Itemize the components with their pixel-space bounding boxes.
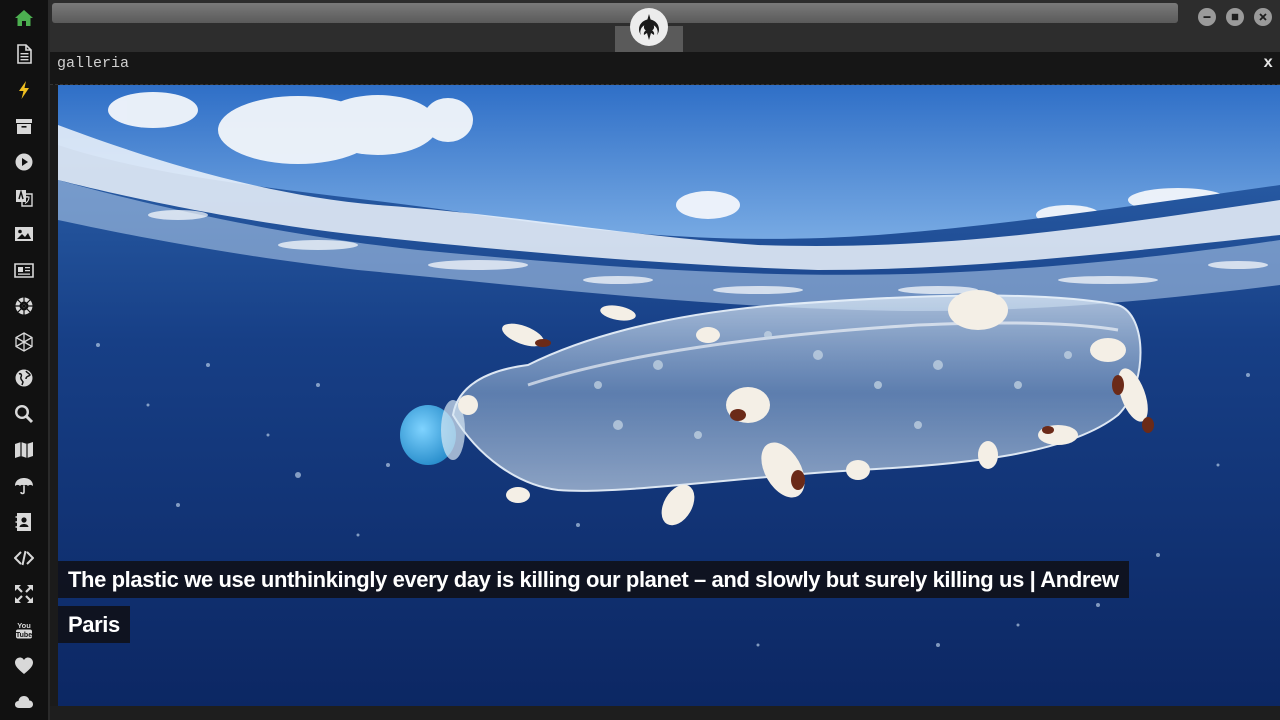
bottom-strip xyxy=(50,706,1280,720)
home-icon[interactable] xyxy=(12,6,36,30)
hexagon-network-icon[interactable] xyxy=(12,330,36,354)
code-icon[interactable] xyxy=(12,546,36,570)
close-icon[interactable] xyxy=(1254,8,1272,26)
gallery-header: galleria x xyxy=(50,52,1280,85)
newspaper-icon[interactable] xyxy=(12,258,36,282)
image-caption: The plastic we use unthinkingly every da… xyxy=(58,558,1168,647)
gallery-title: galleria xyxy=(57,55,130,72)
minimize-icon[interactable] xyxy=(1198,8,1216,26)
rebel-alliance-logo[interactable] xyxy=(630,8,668,46)
gallery-close-button[interactable]: x xyxy=(1263,54,1273,72)
play-icon[interactable] xyxy=(12,150,36,174)
contact-book-icon[interactable] xyxy=(12,510,36,534)
maximize-icon[interactable] xyxy=(1226,8,1244,26)
svg-text:You: You xyxy=(17,621,31,630)
globe-icon[interactable] xyxy=(12,366,36,390)
umbrella-icon[interactable] xyxy=(12,474,36,498)
translate-icon[interactable] xyxy=(12,186,36,210)
map-icon[interactable] xyxy=(12,438,36,462)
svg-text:Tube: Tube xyxy=(16,632,32,639)
lightning-icon[interactable] xyxy=(12,78,36,102)
image-caption-text: The plastic we use unthinkingly every da… xyxy=(58,561,1129,643)
top-bar xyxy=(50,0,1280,52)
heart-icon[interactable] xyxy=(12,654,36,678)
sidebar: You Tube xyxy=(0,0,50,720)
document-icon[interactable] xyxy=(12,42,36,66)
cloud-icon[interactable] xyxy=(12,690,36,714)
archive-icon[interactable] xyxy=(12,114,36,138)
search-icon[interactable] xyxy=(12,402,36,426)
address-bar[interactable] xyxy=(52,3,1178,23)
expand-arrows-icon[interactable] xyxy=(12,582,36,606)
image-icon[interactable] xyxy=(12,222,36,246)
rebel-icon[interactable] xyxy=(12,294,36,318)
youtube-icon[interactable]: You Tube xyxy=(12,618,36,642)
